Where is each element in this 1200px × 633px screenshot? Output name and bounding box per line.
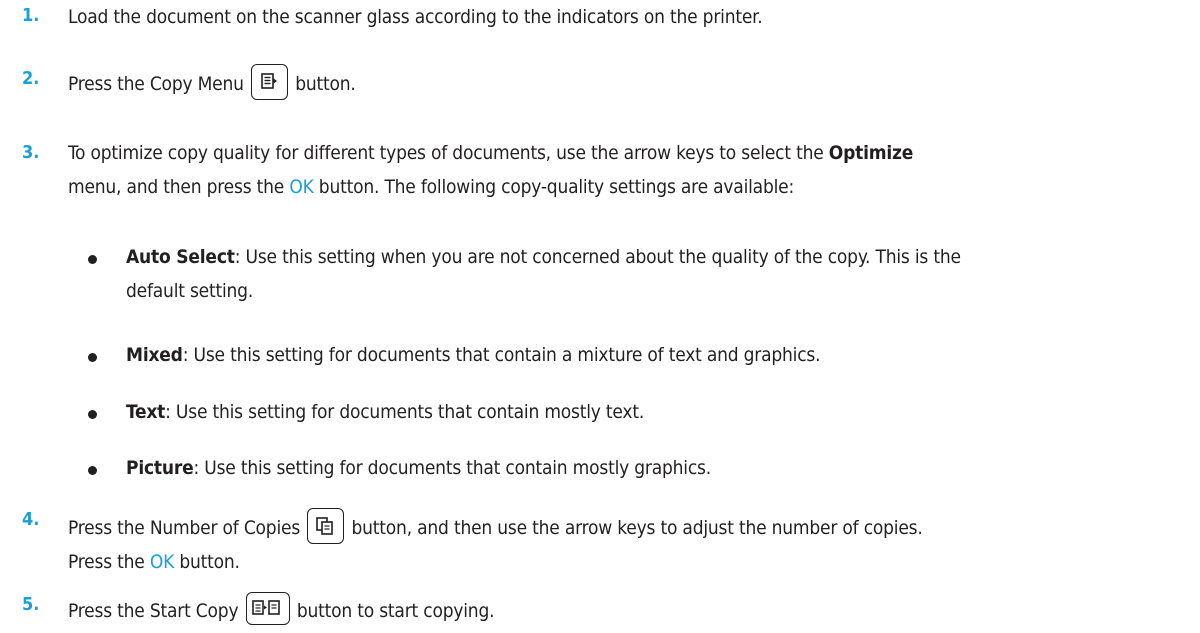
- bullet: [88, 466, 97, 475]
- step-number: 5.: [22, 594, 40, 615]
- bullet: [88, 353, 97, 362]
- instruction-page: 1. Load the document on the scanner glas…: [0, 0, 1200, 633]
- bullet: [88, 255, 97, 264]
- step-text: Load the document on the scanner glass a…: [68, 6, 763, 28]
- step-text: Press the Copy Menu button.: [68, 63, 1188, 101]
- step-number: 3.: [22, 142, 40, 163]
- step-number: 2.: [22, 68, 40, 89]
- step-number: 4.: [22, 509, 40, 530]
- step-text: To optimize copy quality for different t…: [68, 142, 914, 198]
- start-copy-icon: [245, 592, 290, 625]
- step-text: Press the Start Copy button to start cop…: [68, 592, 1188, 628]
- step-number: 1.: [22, 5, 40, 26]
- copy-menu-icon: [251, 63, 288, 100]
- number-of-copies-icon: [307, 507, 345, 544]
- step-text: Press the Number of Copies button, and t…: [68, 507, 1188, 579]
- bullet: [88, 410, 97, 419]
